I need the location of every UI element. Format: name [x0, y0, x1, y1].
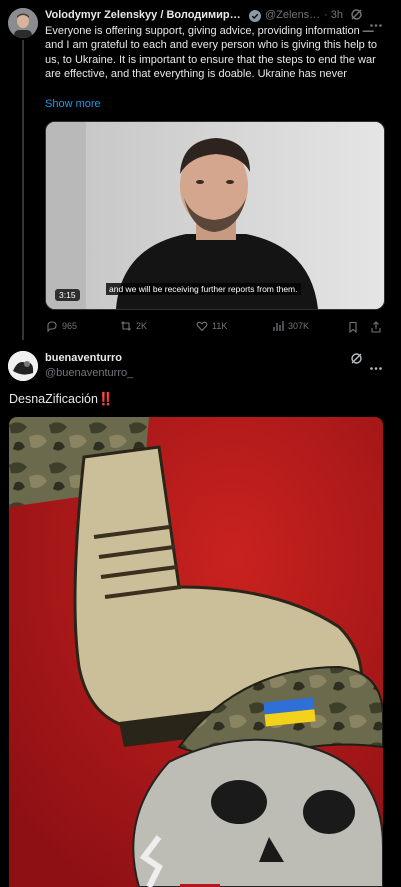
avatar-buenaventurro[interactable]	[8, 351, 38, 381]
repost-button[interactable]: 2K	[120, 320, 147, 332]
video-duration: 3:15	[55, 289, 80, 301]
tweet-time[interactable]: · 3h	[324, 9, 343, 21]
reply-icon	[47, 321, 57, 332]
tweet-text-2: DesnaZificación‼️	[9, 392, 114, 407]
artwork-illustration	[9, 417, 383, 887]
bookmark-icon[interactable]	[347, 320, 359, 334]
video-caption: and we will be receiving further reports…	[106, 283, 301, 295]
like-icon	[196, 321, 208, 332]
author-handle[interactable]: @Zelens…	[265, 9, 320, 21]
views-count: 307K	[288, 321, 310, 331]
like-button[interactable]: 11K	[196, 320, 227, 332]
tweet-text-2-words: DesnaZificación	[9, 392, 98, 406]
double-exclamation-emoji: ‼️	[97, 392, 114, 406]
author-name-2[interactable]: buenaventurro	[45, 352, 122, 364]
more-icon[interactable]	[370, 357, 382, 370]
share-icon[interactable]	[370, 320, 382, 333]
repost-count: 2K	[136, 321, 148, 331]
repost-icon	[121, 321, 131, 331]
reply-count: 965	[62, 321, 78, 331]
tweet-image[interactable]	[9, 417, 383, 887]
thread-line	[22, 40, 24, 340]
views-button[interactable]: 307K	[272, 320, 309, 332]
show-more-link[interactable]: Show more	[45, 98, 101, 110]
verified-badge-icon	[249, 9, 261, 22]
avatar-zelenskyy[interactable]	[8, 8, 38, 38]
views-icon	[273, 321, 284, 331]
author-handle-2[interactable]: @buenaventurro_	[45, 367, 133, 379]
like-count: 11K	[212, 321, 228, 331]
more-icon[interactable]	[370, 14, 382, 27]
reply-button[interactable]: 965	[46, 320, 77, 332]
author-name[interactable]: Volodymyr Zelenskyy / Володимир…	[45, 9, 241, 21]
grok-icon[interactable]	[350, 8, 363, 21]
grok-icon[interactable]	[350, 352, 363, 365]
video-player[interactable]: and we will be receiving further reports…	[45, 121, 385, 310]
tweet-text: Everyone is offering support, giving adv…	[45, 25, 378, 81]
video-frame	[46, 122, 384, 309]
